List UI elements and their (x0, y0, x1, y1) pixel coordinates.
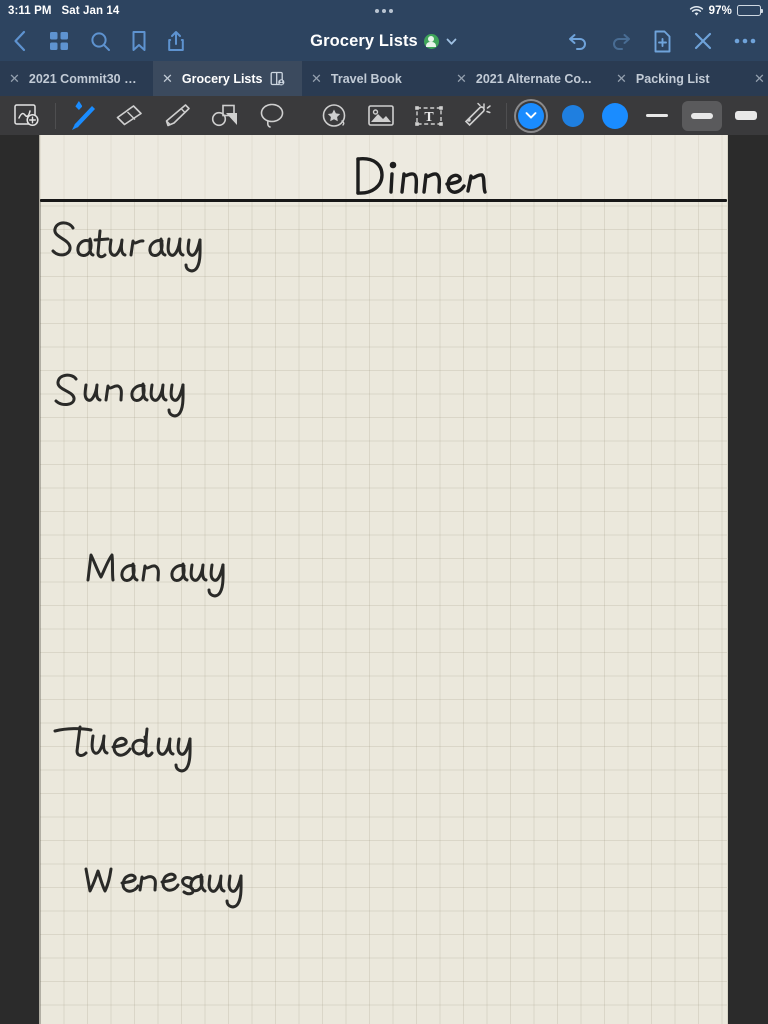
tab-label: Travel Book (330, 71, 402, 86)
highlighter-icon (165, 104, 190, 127)
shared-document-badge-icon (423, 33, 439, 49)
tab-shared-badge-icon (270, 71, 285, 86)
shapes-tool[interactable] (201, 96, 248, 135)
tab-item-4[interactable]: ✕ Packing List (607, 61, 745, 96)
battery-icon (737, 5, 763, 16)
status-bar-right: 97% (689, 0, 763, 21)
sticker-star-icon (322, 104, 345, 127)
eraser-icon (116, 104, 142, 125)
document-title-group[interactable]: Grocery Lists (174, 21, 594, 61)
status-time: 3:11 PM (8, 4, 52, 17)
status-center-dots-icon (364, 8, 404, 13)
handwriting-header-dinner (352, 149, 492, 201)
highlighter-tool[interactable] (153, 96, 200, 135)
drawing-toolbar: T (0, 96, 768, 135)
goodnotes-app-window: 3:11 PM Sat Jan 14 97% Grocery Lists ✕ 2… (0, 0, 768, 1024)
toolbar-divider (55, 102, 57, 129)
tab-close-icon[interactable]: ✕ (311, 72, 322, 85)
chevron-down-icon (525, 111, 536, 119)
tab-close-icon[interactable]: ✕ (754, 72, 765, 85)
insert-photo-icon (13, 104, 39, 127)
redo-icon[interactable] (610, 31, 632, 51)
text-box-icon: T (414, 105, 443, 126)
tab-close-icon[interactable]: ✕ (616, 72, 627, 85)
stroke-medium-line (690, 112, 713, 119)
nav-right-controls (567, 21, 756, 61)
pen-icon (72, 105, 96, 130)
eraser-tool[interactable] (106, 96, 153, 135)
document-nav-bar: Grocery Lists (0, 21, 768, 61)
stroke-thin[interactable] (637, 101, 677, 131)
ios-status-bar: 3:11 PM Sat Jan 14 97% (0, 0, 768, 21)
image-icon (368, 105, 394, 126)
tab-item-3[interactable]: ✕ 2021 Alternate Co... (447, 61, 607, 96)
tab-label: 2021 Alternate Co... (475, 71, 592, 86)
undo-icon[interactable] (567, 31, 589, 51)
shapes-icon (211, 104, 237, 126)
stroke-thin-button[interactable] (635, 96, 679, 135)
toolbar-divider (505, 102, 507, 129)
magic-wand-tool[interactable] (452, 96, 499, 135)
color-swatch-3-button[interactable] (594, 96, 636, 135)
insert-photo-tool[interactable] (0, 96, 53, 135)
stroke-medium-button[interactable] (679, 96, 725, 135)
grid-thumbnails-icon[interactable] (48, 30, 70, 52)
tab-close-icon[interactable]: ✕ (162, 72, 173, 85)
color-swatch-selected[interactable] (517, 102, 544, 129)
tab-label: Packing List (635, 71, 710, 86)
tab-item-0[interactable]: ✕ 2021 Commit30 S... (0, 61, 153, 96)
tab-item-5[interactable]: ✕ P (745, 61, 768, 96)
stroke-medium[interactable] (681, 100, 722, 131)
tab-item-1[interactable]: ✕ Grocery Lists (153, 61, 302, 96)
tab-close-icon[interactable]: ✕ (9, 72, 20, 85)
close-icon[interactable] (693, 31, 713, 51)
color-swatch-2-button[interactable] (552, 96, 594, 135)
page-title: Grocery Lists (310, 31, 418, 50)
color-swatch-3[interactable] (601, 102, 628, 129)
stroke-thick-line (735, 111, 758, 120)
svg-text:T: T (424, 110, 434, 125)
lasso-icon (260, 103, 284, 128)
color-swatch-2[interactable] (562, 104, 585, 127)
note-canvas[interactable] (0, 135, 768, 1024)
status-bar-left: 3:11 PM Sat Jan 14 (0, 5, 119, 17)
sticker-tool[interactable] (310, 96, 357, 135)
color-picker-button[interactable] (509, 96, 553, 135)
wifi-icon (689, 5, 703, 16)
note-page[interactable] (39, 135, 727, 1024)
handwriting-entry-sunday (46, 357, 246, 419)
image-tool[interactable] (357, 96, 404, 135)
add-page-icon[interactable] (653, 30, 672, 53)
tab-close-icon[interactable]: ✕ (456, 72, 467, 85)
stroke-thin-line (646, 114, 669, 117)
search-icon[interactable] (90, 31, 111, 52)
share-icon[interactable] (167, 30, 185, 52)
stroke-thick[interactable] (726, 101, 766, 131)
nav-left-controls (0, 29, 185, 53)
handwriting-entry-saturday (45, 213, 255, 275)
magic-wand-icon (464, 102, 491, 127)
tab-item-2[interactable]: ✕ Travel Book (302, 61, 447, 96)
document-tab-bar: ✕ 2021 Commit30 S... ✕ Grocery Lists ✕ T… (0, 61, 768, 96)
pen-tool[interactable] (58, 96, 105, 135)
stroke-thick-button[interactable] (724, 96, 768, 135)
back-chevron-icon[interactable] (12, 29, 28, 53)
lasso-select-tool[interactable] (248, 96, 295, 135)
tab-label: Grocery Lists (181, 71, 263, 86)
text-box-tool[interactable]: T (405, 96, 452, 135)
handwriting-entry-wednesday (44, 847, 274, 911)
chevron-down-icon[interactable] (445, 35, 458, 48)
status-date: Sat Jan 14 (61, 4, 120, 17)
handwriting-entry-monday (44, 535, 254, 598)
tab-label: 2021 Commit30 S... (28, 71, 140, 86)
more-options-icon[interactable] (734, 37, 756, 45)
battery-percent-label: 97% (708, 4, 732, 17)
bookmark-icon[interactable] (131, 30, 147, 52)
handwriting-entry-tuesday (45, 709, 245, 775)
